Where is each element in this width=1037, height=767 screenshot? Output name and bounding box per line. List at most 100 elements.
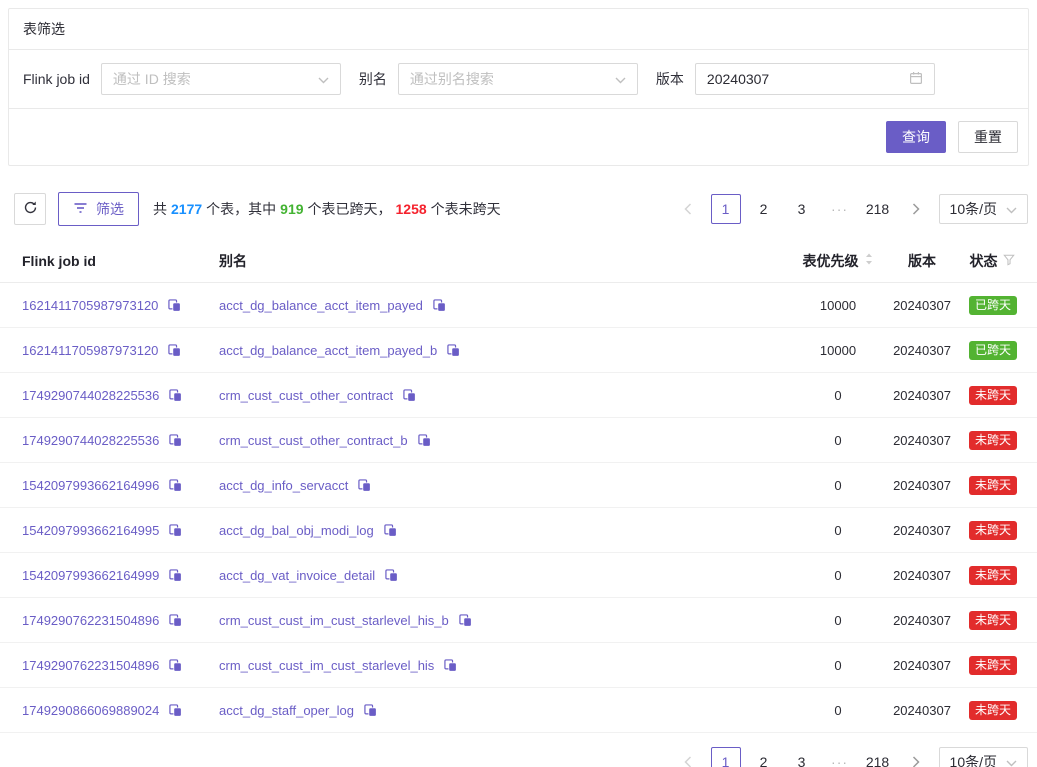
flink-job-id-link[interactable]: 1749290866069889024 xyxy=(22,703,159,718)
flink-job-id-link[interactable]: 1542097993662164996 xyxy=(22,478,159,493)
status-cell: 已跨天 xyxy=(969,296,1015,315)
copy-icon[interactable] xyxy=(385,569,398,582)
alias-placeholder: 通过别名搜索 xyxy=(410,69,494,89)
flink-job-id-link[interactable]: 1542097993662164995 xyxy=(22,523,159,538)
reset-button[interactable]: 重置 xyxy=(958,121,1018,153)
page-size-value: 10条/页 xyxy=(950,752,997,767)
page-button-218[interactable]: 218 xyxy=(863,747,893,767)
priority-cell: 0 xyxy=(801,658,875,673)
copy-icon[interactable] xyxy=(418,434,431,447)
copy-icon[interactable] xyxy=(169,614,182,627)
alias-link[interactable]: acct_dg_balance_acct_item_payed_b xyxy=(219,343,437,358)
alias-cell: acct_dg_bal_obj_modi_log xyxy=(219,522,801,538)
copy-icon[interactable] xyxy=(168,299,181,312)
flink-job-id-link[interactable]: 1621411705987973120 xyxy=(22,343,158,358)
page-button-3[interactable]: 3 xyxy=(787,747,817,767)
alias-link[interactable]: acct_dg_info_servacct xyxy=(219,478,348,493)
flink-job-id-link[interactable]: 1542097993662164999 xyxy=(22,568,159,583)
column-header-alias: 别名 xyxy=(219,251,801,271)
priority-cell: 0 xyxy=(801,703,875,718)
copy-icon[interactable] xyxy=(384,524,397,537)
version-cell: 20240307 xyxy=(875,388,969,403)
version-cell: 20240307 xyxy=(875,568,969,583)
alias-link[interactable]: crm_cust_cust_im_cust_starlevel_his xyxy=(219,658,434,673)
page-button-2[interactable]: 2 xyxy=(749,747,779,767)
next-page-button[interactable] xyxy=(901,747,931,767)
chevron-down-icon xyxy=(615,71,626,87)
flink-job-id-link[interactable]: 1749290762231504896 xyxy=(22,613,159,628)
page-ellipsis[interactable]: ··· xyxy=(825,747,855,767)
alias-cell: crm_cust_cust_other_contract xyxy=(219,387,801,403)
copy-icon[interactable] xyxy=(447,344,460,357)
prev-page-button[interactable] xyxy=(673,194,703,224)
filter-button[interactable]: 筛选 xyxy=(58,192,139,226)
alias-link[interactable]: acct_dg_balance_acct_item_payed xyxy=(219,298,423,313)
priority-cell: 0 xyxy=(801,433,875,448)
priority-cell: 10000 xyxy=(801,298,875,313)
copy-icon[interactable] xyxy=(169,569,182,582)
copy-icon[interactable] xyxy=(459,614,472,627)
copy-icon[interactable] xyxy=(169,389,182,402)
alias-cell: acct_dg_balance_acct_item_payed xyxy=(219,297,801,313)
status-badge: 未跨天 xyxy=(969,431,1017,450)
column-header-priority[interactable]: 表优先级 xyxy=(801,251,875,271)
page-ellipsis[interactable]: ··· xyxy=(825,194,855,224)
next-page-button[interactable] xyxy=(901,194,931,224)
page-button-218[interactable]: 218 xyxy=(863,194,893,224)
alias-cell: acct_dg_info_servacct xyxy=(219,477,801,493)
flink-job-id-cell: 1749290744028225536 xyxy=(22,432,219,448)
page-button-1[interactable]: 1 xyxy=(711,194,741,224)
alias-cell: acct_dg_vat_invoice_detail xyxy=(219,567,801,583)
alias-link[interactable]: crm_cust_cust_other_contract_b xyxy=(219,433,408,448)
flink-job-id-link[interactable]: 1749290762231504896 xyxy=(22,658,159,673)
alias-link[interactable]: acct_dg_vat_invoice_detail xyxy=(219,568,375,583)
alias-link[interactable]: crm_cust_cust_other_contract xyxy=(219,388,393,403)
copy-icon[interactable] xyxy=(433,299,446,312)
alias-cell: crm_cust_cust_im_cust_starlevel_his_b xyxy=(219,612,801,628)
copy-icon[interactable] xyxy=(169,704,182,717)
priority-header-label: 表优先级 xyxy=(803,251,859,271)
version-date-input[interactable]: 20240307 xyxy=(695,63,935,95)
chevron-down-icon xyxy=(1006,201,1017,217)
copy-icon[interactable] xyxy=(169,524,182,537)
sorter-icon[interactable] xyxy=(864,252,874,269)
page-button-3[interactable]: 3 xyxy=(787,194,817,224)
prev-page-button[interactable] xyxy=(673,747,703,767)
copy-icon[interactable] xyxy=(403,389,416,402)
version-cell: 20240307 xyxy=(875,658,969,673)
copy-icon[interactable] xyxy=(358,479,371,492)
copy-icon[interactable] xyxy=(169,434,182,447)
alias-link[interactable]: crm_cust_cust_im_cust_starlevel_his_b xyxy=(219,613,449,628)
page-size-select[interactable]: 10条/页 xyxy=(939,747,1028,767)
alias-link[interactable]: acct_dg_staff_oper_log xyxy=(219,703,354,718)
page-button-1[interactable]: 1 xyxy=(711,747,741,767)
flink-job-id-cell: 1542097993662164995 xyxy=(22,522,219,538)
copy-icon[interactable] xyxy=(168,344,181,357)
refresh-button[interactable] xyxy=(14,193,46,225)
query-button[interactable]: 查询 xyxy=(886,121,946,153)
copy-icon[interactable] xyxy=(364,704,377,717)
version-cell: 20240307 xyxy=(875,523,969,538)
column-header-flink-job-id: Flink job id xyxy=(22,253,219,269)
status-cell: 未跨天 xyxy=(969,431,1015,450)
status-cell: 未跨天 xyxy=(969,476,1015,495)
alias-select[interactable]: 通过别名搜索 xyxy=(398,63,638,95)
alias-link[interactable]: acct_dg_bal_obj_modi_log xyxy=(219,523,374,538)
flink-job-id-link[interactable]: 1621411705987973120 xyxy=(22,298,158,313)
flink-job-id-link[interactable]: 1749290744028225536 xyxy=(22,433,159,448)
copy-icon[interactable] xyxy=(169,659,182,672)
flink-job-id-link[interactable]: 1749290744028225536 xyxy=(22,388,159,403)
priority-cell: 0 xyxy=(801,388,875,403)
status-cell: 未跨天 xyxy=(969,701,1015,720)
copy-icon[interactable] xyxy=(444,659,457,672)
copy-icon[interactable] xyxy=(169,479,182,492)
flink-job-id-select[interactable]: 通过 ID 搜索 xyxy=(101,63,341,95)
table-row: 1621411705987973120 acct_dg_balance_acct… xyxy=(0,328,1037,373)
page-size-select[interactable]: 10条/页 xyxy=(939,194,1028,224)
page-button-2[interactable]: 2 xyxy=(749,194,779,224)
flink-job-id-cell: 1621411705987973120 xyxy=(22,342,219,358)
status-badge: 未跨天 xyxy=(969,386,1017,405)
funnel-filter-icon[interactable] xyxy=(1003,253,1015,269)
version-label: 版本 xyxy=(656,69,684,89)
filter-card: 表筛选 Flink job id 通过 ID 搜索 别名 通过别名搜索 版本 xyxy=(8,8,1029,166)
